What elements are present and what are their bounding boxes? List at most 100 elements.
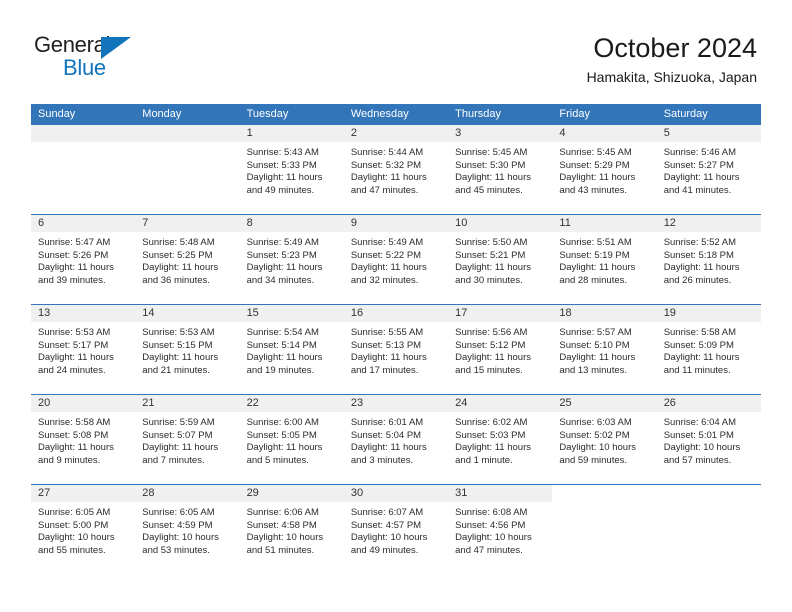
daylight-text: Daylight: 10 hours and 57 minutes. bbox=[663, 442, 741, 466]
calendar-day-cell[interactable]: 8 Sunrise: 5:49 AM Sunset: 5:23 PM Daylight… bbox=[239, 214, 344, 305]
calendar-day-cell[interactable]: 10 Sunrise: 5:50 AM Sunset: 5:21 PM Dayligh… bbox=[448, 214, 553, 305]
calendar-day-cell[interactable]: 3 Sunrise: 5:45 AM Sunset: 5:30 PM Daylight… bbox=[448, 125, 553, 215]
day-details: Sunrise: 6:00 AM Sunset: 5:05 PM Daylight:… bbox=[240, 412, 344, 467]
day-details: Sunrise: 5:53 AM Sunset: 5:17 PM Daylight:… bbox=[31, 322, 135, 377]
day-number: 28 bbox=[135, 485, 240, 502]
calendar-day-cell[interactable]: 28 Sunrise: 6:05 AM Sunset: 4:59 PM Dayligh… bbox=[135, 484, 240, 574]
daylight-text: Daylight: 11 hours and 41 minutes. bbox=[663, 172, 740, 196]
sunrise-text: Sunrise: 6:05 AM bbox=[38, 507, 111, 518]
day-number: 2 bbox=[343, 125, 449, 142]
calendar-day-cell[interactable]: 27 Sunrise: 6:05 AM Sunset: 5:00 PM Dayligh… bbox=[31, 484, 136, 574]
calendar-day-cell[interactable]: 22 Sunrise: 6:00 AM Sunset: 5:05 PM Dayligh… bbox=[239, 394, 344, 485]
calendar-day-cell[interactable]: 11 Sunrise: 5:51 AM Sunset: 5:19 PM Dayligh… bbox=[552, 214, 657, 305]
calendar-day-cell[interactable]: 17 Sunrise: 5:56 AM Sunset: 5:12 PM Dayligh… bbox=[448, 304, 553, 395]
sunrise-text: Sunrise: 6:04 AM bbox=[663, 417, 737, 428]
day-details: Sunrise: 5:43 AM Sunset: 5:33 PM Daylight:… bbox=[240, 142, 344, 197]
sunrise-text: Sunrise: 5:49 AM bbox=[350, 237, 424, 248]
calendar-day-cell[interactable] bbox=[31, 125, 136, 215]
calendar-day-cell[interactable]: 12 Sunrise: 5:52 AM Sunset: 5:18 PM Dayligh… bbox=[656, 214, 761, 305]
daylight-text: Daylight: 10 hours and 49 minutes. bbox=[350, 532, 428, 556]
calendar-day-cell[interactable]: 13 Sunrise: 5:53 AM Sunset: 5:17 PM Dayligh… bbox=[31, 304, 136, 395]
calendar-day-cell[interactable]: 6 Sunrise: 5:47 AM Sunset: 5:26 PM Daylight… bbox=[31, 214, 136, 305]
sunrise-text: Sunrise: 5:52 AM bbox=[663, 237, 737, 248]
calendar-day-cell[interactable]: 5 Sunrise: 5:46 AM Sunset: 5:27 PM Daylight… bbox=[656, 125, 761, 215]
sunset-text: Sunset: 5:33 PM bbox=[246, 159, 317, 171]
calendar-day-cell[interactable]: 2 Sunrise: 5:44 AM Sunset: 5:32 PM Daylight… bbox=[343, 125, 449, 215]
sunset-text: Sunset: 5:17 PM bbox=[38, 339, 109, 351]
sunrise-text: Sunrise: 5:54 AM bbox=[246, 327, 319, 338]
calendar-day-cell[interactable]: 4 Sunrise: 5:45 AM Sunset: 5:29 PM Daylight… bbox=[552, 125, 657, 215]
weekday-header-sunday: Sunday bbox=[31, 104, 136, 125]
calendar-day-cell[interactable] bbox=[135, 125, 240, 215]
calendar-day-cell[interactable]: 31 Sunrise: 6:08 AM Sunset: 4:56 PM Dayligh… bbox=[448, 484, 553, 574]
day-number: 14 bbox=[135, 305, 240, 322]
calendar-day-cell[interactable] bbox=[656, 484, 761, 574]
daylight-text: Daylight: 11 hours and 21 minutes. bbox=[142, 352, 219, 376]
sunrise-text: Sunrise: 5:58 AM bbox=[38, 417, 111, 428]
calendar-day-cell[interactable]: 21 Sunrise: 5:59 AM Sunset: 5:07 PM Dayligh… bbox=[135, 394, 240, 485]
calendar-day-cell[interactable]: 15 Sunrise: 5:54 AM Sunset: 5:14 PM Dayligh… bbox=[239, 304, 344, 395]
day-number: 30 bbox=[343, 485, 449, 502]
calendar-day-cell[interactable]: 26 Sunrise: 6:04 AM Sunset: 5:01 PM Dayligh… bbox=[656, 394, 761, 485]
daylight-text: Daylight: 11 hours and 24 minutes. bbox=[38, 352, 114, 376]
day-details: Sunrise: 5:53 AM Sunset: 5:15 PM Daylight:… bbox=[135, 322, 239, 377]
day-number: 20 bbox=[31, 395, 136, 412]
sunrise-text: Sunrise: 6:00 AM bbox=[246, 417, 319, 428]
calendar-day-cell[interactable]: 20 Sunrise: 5:58 AM Sunset: 5:08 PM Dayligh… bbox=[31, 394, 136, 485]
sunset-text: Sunset: 4:58 PM bbox=[246, 519, 317, 531]
calendar-day-cell[interactable]: 7 Sunrise: 5:48 AM Sunset: 5:25 PM Daylight… bbox=[135, 214, 240, 305]
day-details: Sunrise: 5:57 AM Sunset: 5:10 PM Daylight:… bbox=[552, 322, 656, 377]
day-number: 10 bbox=[448, 215, 553, 232]
day-details: Sunrise: 5:58 AM Sunset: 5:09 PM Daylight:… bbox=[657, 322, 761, 377]
weekday-header-friday: Friday bbox=[552, 104, 657, 125]
calendar-day-cell[interactable]: 18 Sunrise: 5:57 AM Sunset: 5:10 PM Dayligh… bbox=[552, 304, 657, 395]
day-number: 16 bbox=[343, 305, 449, 322]
daylight-text: Daylight: 10 hours and 47 minutes. bbox=[455, 532, 532, 556]
daylight-text: Daylight: 11 hours and 13 minutes. bbox=[559, 352, 636, 376]
day-number: 18 bbox=[552, 305, 657, 322]
day-details: Sunrise: 5:59 AM Sunset: 5:07 PM Daylight:… bbox=[135, 412, 239, 467]
day-details: Sunrise: 6:07 AM Sunset: 4:57 PM Daylight:… bbox=[344, 502, 448, 557]
calendar-day-cell[interactable]: 30 Sunrise: 6:07 AM Sunset: 4:57 PM Dayligh… bbox=[343, 484, 449, 574]
day-details: Sunrise: 5:45 AM Sunset: 5:30 PM Daylight:… bbox=[448, 142, 552, 197]
sunrise-text: Sunrise: 5:47 AM bbox=[38, 237, 111, 248]
calendar-day-cell[interactable]: 16 Sunrise: 5:55 AM Sunset: 5:13 PM Dayligh… bbox=[343, 304, 449, 395]
day-number: 11 bbox=[552, 215, 657, 232]
calendar-day-cell[interactable]: 14 Sunrise: 5:53 AM Sunset: 5:15 PM Dayligh… bbox=[135, 304, 240, 395]
weekday-header-thursday: Thursday bbox=[448, 104, 553, 125]
daylight-text: Daylight: 11 hours and 30 minutes. bbox=[455, 262, 531, 286]
calendar-day-cell[interactable]: 1 Sunrise: 5:43 AM Sunset: 5:33 PM Daylight… bbox=[239, 125, 344, 215]
day-details: Sunrise: 5:51 AM Sunset: 5:19 PM Daylight:… bbox=[552, 232, 656, 287]
day-number: 8 bbox=[239, 215, 344, 232]
general-blue-logo[interactable]: General Blue bbox=[34, 32, 154, 82]
calendar-day-cell[interactable]: 9 Sunrise: 5:49 AM Sunset: 5:22 PM Daylight… bbox=[343, 214, 449, 305]
day-details: Sunrise: 5:45 AM Sunset: 5:29 PM Daylight:… bbox=[552, 142, 656, 197]
day-number: 23 bbox=[343, 395, 449, 412]
calendar-week-row: 13 Sunrise: 5:53 AM Sunset: 5:17 PM Dayligh… bbox=[31, 304, 761, 395]
daylight-text: Daylight: 11 hours and 7 minutes. bbox=[142, 442, 219, 466]
daylight-text: Daylight: 11 hours and 3 minutes. bbox=[350, 442, 427, 466]
sunset-text: Sunset: 5:03 PM bbox=[455, 429, 526, 441]
sunset-text: Sunset: 5:02 PM bbox=[559, 429, 630, 441]
day-number: 4 bbox=[552, 125, 657, 142]
day-details: Sunrise: 5:44 AM Sunset: 5:32 PM Daylight:… bbox=[344, 142, 448, 197]
calendar-day-cell[interactable]: 24 Sunrise: 6:02 AM Sunset: 5:03 PM Dayligh… bbox=[448, 394, 553, 485]
day-number bbox=[135, 125, 240, 142]
day-number: 25 bbox=[552, 395, 657, 412]
sunrise-text: Sunrise: 5:44 AM bbox=[350, 147, 424, 158]
day-number: 7 bbox=[135, 215, 240, 232]
sunset-text: Sunset: 5:01 PM bbox=[663, 429, 734, 441]
sunset-text: Sunset: 5:25 PM bbox=[142, 249, 213, 261]
sunrise-text: Sunrise: 5:59 AM bbox=[142, 417, 215, 428]
calendar-day-cell[interactable]: 19 Sunrise: 5:58 AM Sunset: 5:09 PM Dayligh… bbox=[656, 304, 761, 395]
daylight-text: Daylight: 11 hours and 34 minutes. bbox=[246, 262, 323, 286]
calendar-day-cell[interactable] bbox=[552, 484, 657, 574]
sunrise-text: Sunrise: 5:53 AM bbox=[38, 327, 111, 338]
sunrise-text: Sunrise: 6:08 AM bbox=[455, 507, 528, 518]
calendar-day-cell[interactable]: 23 Sunrise: 6:01 AM Sunset: 5:04 PM Dayligh… bbox=[343, 394, 449, 485]
day-number: 5 bbox=[656, 125, 761, 142]
day-details: Sunrise: 5:49 AM Sunset: 5:22 PM Daylight:… bbox=[344, 232, 448, 287]
calendar-day-cell[interactable]: 29 Sunrise: 6:06 AM Sunset: 4:58 PM Dayligh… bbox=[239, 484, 344, 574]
calendar-day-cell[interactable]: 25 Sunrise: 6:03 AM Sunset: 5:02 PM Dayligh… bbox=[552, 394, 657, 485]
sunrise-text: Sunrise: 5:55 AM bbox=[350, 327, 424, 338]
